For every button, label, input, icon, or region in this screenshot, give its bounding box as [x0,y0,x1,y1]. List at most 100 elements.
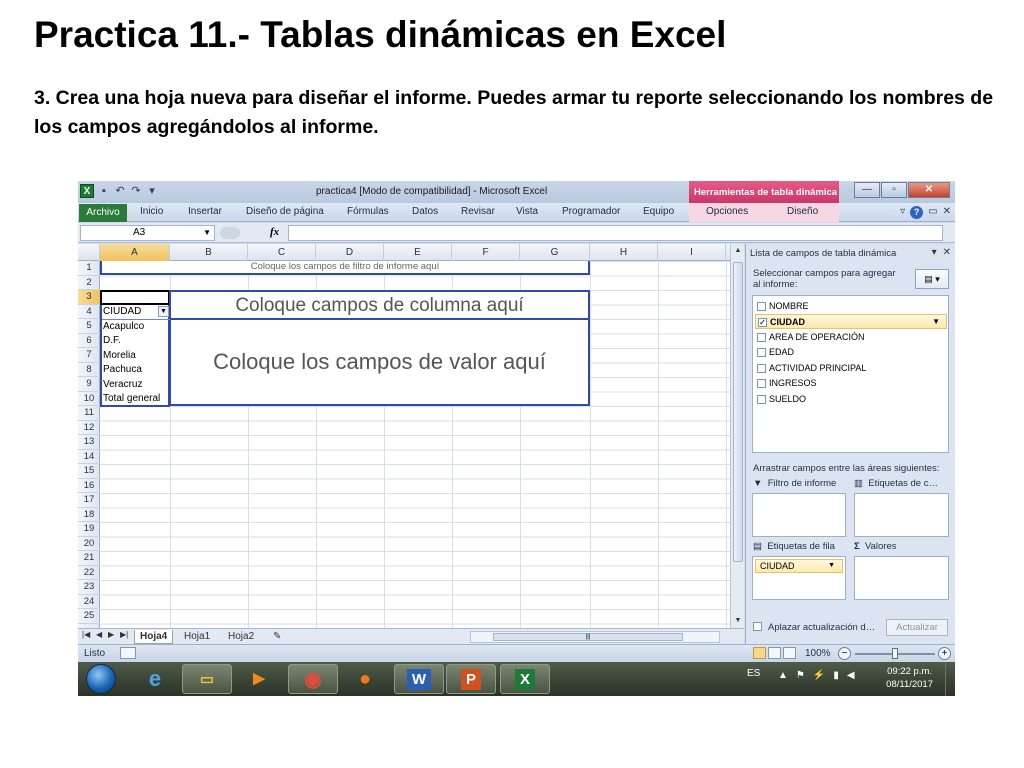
row-header[interactable]: 18 [78,508,100,522]
row-field-chip[interactable]: CIUDAD ▼ [755,559,843,573]
column-header-g[interactable]: G [520,244,590,261]
checkbox[interactable] [757,395,766,404]
pivot-row-item[interactable]: Pachuca [102,363,170,378]
row-header[interactable]: 17 [78,493,100,508]
tab-vista[interactable]: Vista [516,206,538,217]
field-item-area-operacion[interactable]: AREA DE OPERACIÓN [755,330,947,345]
column-header-i[interactable]: I [658,244,726,261]
row-header[interactable]: 24 [78,595,100,609]
row-header[interactable]: 6 [78,334,100,348]
show-desktop-button[interactable] [945,662,955,696]
chevron-down-icon[interactable]: ▼ [828,560,835,572]
report-filter-area[interactable] [752,493,846,537]
pivot-row-item[interactable]: Veracruz [102,378,170,393]
page-layout-view-icon[interactable] [768,647,781,659]
row-header[interactable]: 5 [78,319,100,334]
select-all-corner[interactable] [78,244,100,261]
maximize-button[interactable]: ▫ [881,182,907,198]
last-sheet-icon[interactable]: ▶| [120,630,128,639]
scrollbar-thumb[interactable] [733,262,743,562]
row-header[interactable]: 1 [78,261,100,276]
field-item-edad[interactable]: EDAD [755,345,947,360]
row-header[interactable]: 14 [78,450,100,464]
scrollbar-thumb[interactable]: ||| [493,633,683,641]
firefox-icon[interactable]: ● [340,664,390,694]
row-header[interactable]: 23 [78,580,100,595]
field-item-ingresos[interactable]: INGRESOS [755,376,947,391]
column-header-d[interactable]: D [316,244,384,261]
zoom-out-icon[interactable]: − [838,647,851,660]
vertical-scrollbar[interactable]: ▲ ▼ [730,244,744,628]
volume-icon[interactable]: ◀ [847,670,855,681]
tab-equipo[interactable]: Equipo [643,206,674,217]
row-header[interactable]: 19 [78,522,100,537]
row-header[interactable]: 10 [78,392,100,406]
tab-insertar[interactable]: Insertar [188,206,222,217]
checkbox[interactable] [757,364,766,373]
tab-diseno-pagina[interactable]: Diseño de página [246,206,324,217]
row-header[interactable]: 12 [78,421,100,435]
pivot-column-drop-area[interactable]: Coloque campos de columna aquí [171,292,588,320]
active-cell-a3[interactable] [100,290,170,305]
pivot-value-drop-area[interactable]: Coloque los campos de valor aquí [171,320,588,404]
normal-view-icon[interactable] [753,647,766,659]
chevron-down-icon[interactable]: ▼ [932,315,940,329]
row-header[interactable]: 25 [78,609,100,624]
column-header-a[interactable]: A [100,244,170,261]
network-icon[interactable]: ⚡ [813,670,825,681]
scroll-down-icon[interactable]: ▼ [731,614,745,628]
row-header[interactable]: 16 [78,479,100,493]
tab-file[interactable]: Archivo [79,204,127,222]
excel-taskbar-icon[interactable]: X [500,664,550,694]
field-item-ciudad[interactable]: ✓ CIUDAD ▼ [755,314,947,329]
pivot-row-header[interactable]: CIUDAD ▼ [102,305,170,320]
battery-icon[interactable]: ▮ [833,670,839,681]
scroll-up-icon[interactable]: ▲ [731,244,745,258]
redo-icon[interactable]: ↷ [130,185,142,197]
formula-input[interactable] [288,225,943,241]
update-button[interactable]: Actualizar [886,619,948,636]
row-header[interactable]: 2 [78,276,100,290]
checkbox[interactable] [757,333,766,342]
macro-record-icon[interactable] [120,647,136,659]
field-item-nombre[interactable]: NOMBRE [755,299,947,314]
tab-datos[interactable]: Datos [412,206,438,217]
tab-opciones[interactable]: Opciones [706,206,748,217]
tab-revisar[interactable]: Revisar [461,206,495,217]
start-button[interactable] [86,664,116,694]
chevron-down-icon[interactable]: ▼ [203,226,211,240]
tab-formulas[interactable]: Fórmulas [347,206,389,217]
pivot-row-item[interactable]: Acapulco [102,320,170,335]
language-indicator[interactable]: ES [747,668,760,679]
row-header[interactable]: 20 [78,537,100,551]
zoom-in-icon[interactable]: + [938,647,951,660]
save-icon[interactable]: ▪ [98,185,110,197]
internet-explorer-icon[interactable]: e [130,664,180,694]
field-item-sueldo[interactable]: SUELDO [755,392,947,407]
defer-update-option[interactable]: Aplazar actualización d… [753,622,875,633]
zoom-slider-knob[interactable] [892,648,898,659]
action-center-flag-icon[interactable]: ⚑ [796,670,805,681]
minimize-button[interactable]: — [854,182,880,198]
restore-workbook-icon[interactable]: ▭ [928,206,937,219]
column-header-f[interactable]: F [452,244,520,261]
function-icon[interactable]: fx [270,226,279,238]
close-workbook-icon[interactable]: ✕ [943,206,951,219]
row-header[interactable]: 11 [78,406,100,421]
column-header-h[interactable]: H [590,244,658,261]
row-header[interactable]: 22 [78,566,100,580]
row-header[interactable]: 15 [78,464,100,479]
row-header[interactable]: 13 [78,435,100,450]
field-layout-button[interactable]: ▤ ▾ [915,269,949,289]
checkbox[interactable] [757,348,766,357]
customize-qat-icon[interactable]: ▾ [146,185,158,197]
system-clock[interactable]: 09:22 p.m. 08/11/2017 [886,665,933,691]
pivot-filter-drop-area[interactable]: Coloque los campos de filtro de informe … [100,261,590,275]
insert-sheet-icon[interactable]: ✎ [268,630,286,644]
next-sheet-icon[interactable]: ▶ [108,630,114,639]
powerpoint-icon[interactable]: P [446,664,496,694]
column-labels-area[interactable] [854,493,949,537]
sheet-tab-hoja4[interactable]: Hoja4 [134,630,174,644]
prev-sheet-icon[interactable]: ◀ [96,630,102,639]
sheet-tab-hoja1[interactable]: Hoja1 [179,630,215,644]
